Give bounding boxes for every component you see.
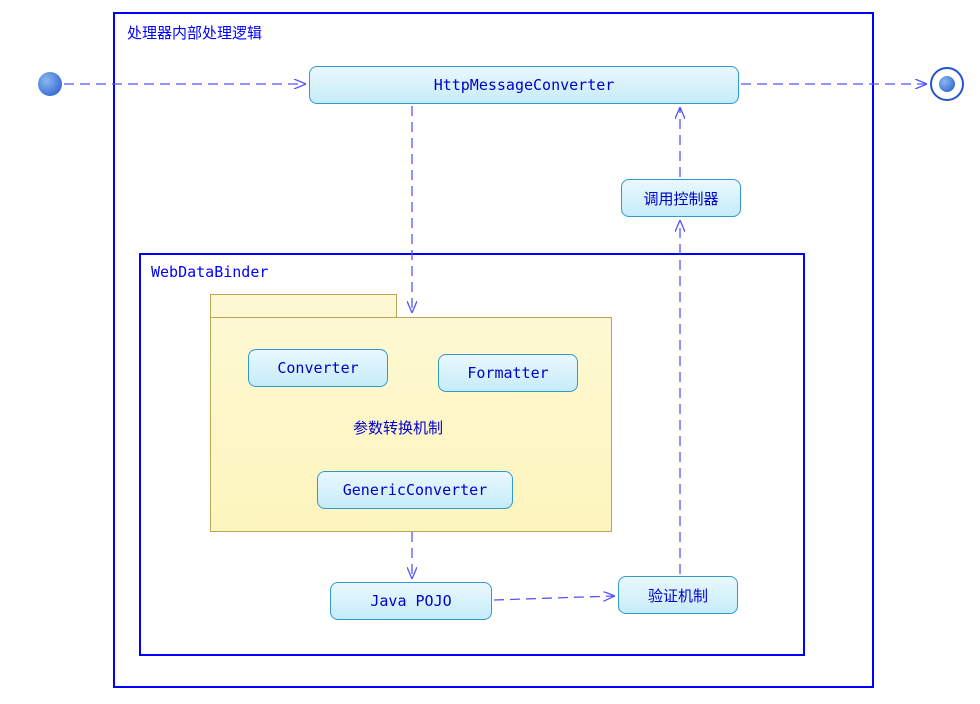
node-converter-label: Converter [277, 359, 358, 377]
node-formatter-label: Formatter [467, 364, 548, 382]
node-java-pojo: Java POJO [330, 582, 492, 620]
start-state-icon [38, 72, 62, 96]
node-invoke-controller: 调用控制器 [621, 179, 741, 217]
node-http-message-converter: HttpMessageConverter [309, 66, 739, 104]
end-state-icon [930, 67, 964, 101]
node-invoke-controller-label: 调用控制器 [643, 188, 718, 209]
folder-label: 参数转换机制 [353, 417, 443, 438]
node-http-message-converter-label: HttpMessageConverter [434, 76, 615, 94]
node-validation-label: 验证机制 [648, 585, 708, 606]
folder-tab [210, 294, 397, 318]
node-converter: Converter [248, 349, 388, 387]
node-generic-converter-label: GenericConverter [343, 481, 488, 499]
node-formatter: Formatter [438, 354, 578, 392]
inner-container-title: WebDataBinder [151, 263, 268, 281]
node-java-pojo-label: Java POJO [370, 592, 451, 610]
node-generic-converter: GenericConverter [317, 471, 513, 509]
node-validation: 验证机制 [618, 576, 738, 614]
outer-container-title: 处理器内部处理逻辑 [127, 22, 262, 43]
end-state-inner-icon [939, 76, 955, 92]
diagram-canvas: 处理器内部处理逻辑 HttpMessageConverter 调用控制器 Web… [0, 0, 980, 704]
